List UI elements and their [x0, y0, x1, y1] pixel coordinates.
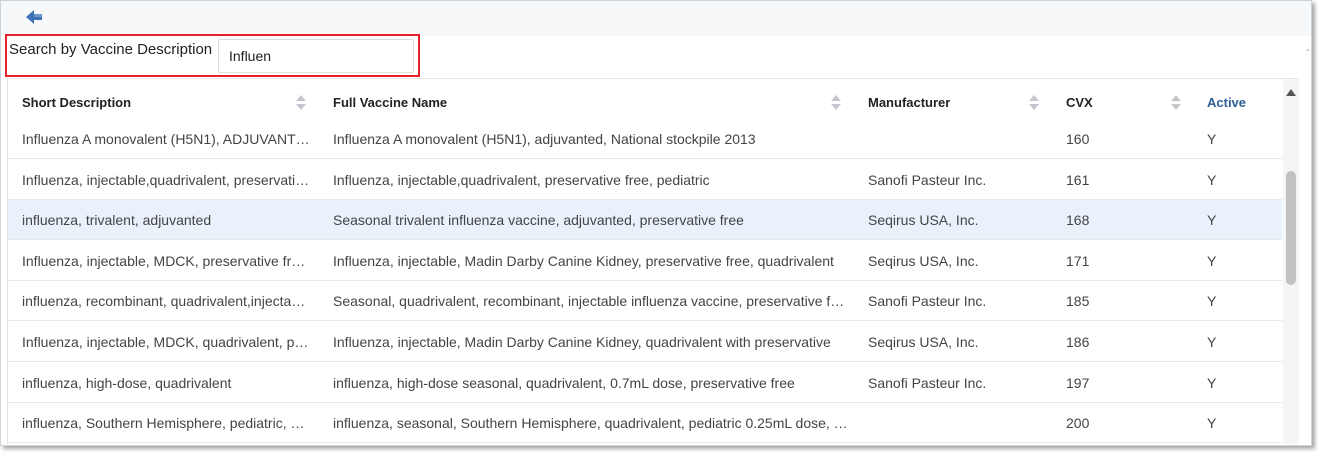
- sort-icon[interactable]: [296, 95, 306, 111]
- table-row[interactable]: influenza, trivalent, adjuvanted Seasonal…: [8, 200, 1282, 241]
- cell-short-description: influenza, trivalent, adjuvanted: [22, 212, 212, 229]
- vaccine-table: Short Description Full Vaccine Name Manu…: [7, 78, 1299, 444]
- sort-icon[interactable]: [831, 95, 841, 111]
- cell-active: Y: [1207, 293, 1217, 310]
- cell-cvx: 161: [1066, 171, 1090, 188]
- table-row[interactable]: Influenza A monovalent (H5N1), ADJUVANTE…: [8, 119, 1282, 159]
- cell-cvx: 200: [1066, 415, 1090, 432]
- cell-manufacturer: Seqirus USA, Inc.: [868, 334, 979, 350]
- cell-cvx: 171: [1066, 252, 1090, 269]
- scroll-thumb[interactable]: [1286, 171, 1296, 285]
- sort-icon[interactable]: [1029, 95, 1039, 111]
- cell-short-description: Influenza, injectable, MDCK, quadrivalen…: [22, 334, 312, 350]
- cell-manufacturer: Sanofi Pasteur Inc.: [868, 171, 987, 188]
- cell-manufacturer: Sanofi Pasteur Inc.: [868, 293, 987, 310]
- cell-manufacturer: [854, 119, 1046, 159]
- search-input[interactable]: [218, 39, 414, 73]
- cell-manufacturer: Sanofi Pasteur Inc.: [868, 374, 987, 391]
- search-area: Search by Vaccine Description: [5, 34, 420, 77]
- cell-full-vaccine-name: Influenza A monovalent (H5N1), adjuvante…: [333, 131, 756, 147]
- cell-short-description: Influenza, injectable,quadrivalent, pres…: [22, 171, 312, 188]
- cell-short-description: influenza, recombinant, quadrivalent,inj…: [22, 293, 312, 310]
- arrow-left-icon[interactable]: [25, 8, 45, 26]
- table-row[interactable]: influenza, recombinant, quadrivalent,inj…: [8, 281, 1282, 322]
- cell-cvx: 197: [1066, 374, 1090, 391]
- cell-full-vaccine-name: Seasonal trivalent influenza vaccine, ad…: [333, 212, 744, 229]
- cell-active: Y: [1207, 415, 1217, 432]
- resize-marker: -: [1306, 45, 1310, 56]
- vaccine-search-panel: Search by Vaccine Description - Short De…: [0, 0, 1312, 446]
- cell-full-vaccine-name: influenza, high-dose seasonal, quadrival…: [333, 374, 795, 391]
- cell-full-vaccine-name: Influenza, injectable,quadrivalent, pres…: [333, 171, 710, 188]
- table-row[interactable]: Influenza, injectable,quadrivalent, pres…: [8, 159, 1282, 200]
- cell-short-description: influenza, Southern Hemisphere, pediatri…: [22, 415, 312, 432]
- cell-active: Y: [1207, 131, 1217, 147]
- cell-short-description: Influenza, injectable, MDCK, preservativ…: [22, 252, 312, 269]
- cell-full-vaccine-name: Influenza, injectable, Madin Darby Canin…: [333, 252, 834, 269]
- cell-short-description: Influenza A monovalent (H5N1), ADJUVANTE…: [22, 131, 312, 147]
- vertical-scrollbar[interactable]: [1283, 79, 1299, 444]
- scroll-up-icon[interactable]: [1286, 89, 1296, 96]
- cell-active: Y: [1207, 252, 1217, 269]
- cell-full-vaccine-name: influenza, seasonal, Southern Hemisphere…: [333, 415, 848, 432]
- cell-full-vaccine-name: Seasonal, quadrivalent, recombinant, inj…: [333, 293, 848, 310]
- cell-full-vaccine-name: Influenza, injectable, Madin Darby Canin…: [333, 334, 831, 350]
- sort-icon[interactable]: [1171, 95, 1181, 111]
- cell-active: Y: [1207, 171, 1217, 188]
- cell-cvx: 168: [1066, 212, 1090, 229]
- cell-cvx: 185: [1066, 293, 1090, 310]
- cell-active: Y: [1207, 334, 1217, 350]
- cell-short-description: influenza, high-dose, quadrivalent: [22, 374, 232, 391]
- table-row[interactable]: influenza, high-dose, quadrivalent influe…: [8, 362, 1282, 403]
- cell-active: Y: [1207, 212, 1217, 229]
- cell-manufacturer: Seqirus USA, Inc.: [868, 212, 979, 229]
- cell-cvx: 160: [1066, 131, 1090, 147]
- cell-manufacturer: Seqirus USA, Inc.: [868, 252, 979, 269]
- toolbar: [1, 1, 1311, 36]
- cell-active: Y: [1207, 374, 1217, 391]
- search-label: Search by Vaccine Description: [9, 41, 213, 58]
- table-row[interactable]: influenza, Southern Hemisphere, pediatri…: [8, 403, 1282, 444]
- table-row[interactable]: Influenza, injectable, MDCK, quadrivalen…: [8, 322, 1282, 362]
- table-row[interactable]: Influenza, injectable, MDCK, preservativ…: [8, 240, 1282, 281]
- cell-manufacturer: [854, 403, 1046, 443]
- cell-cvx: 186: [1066, 334, 1090, 350]
